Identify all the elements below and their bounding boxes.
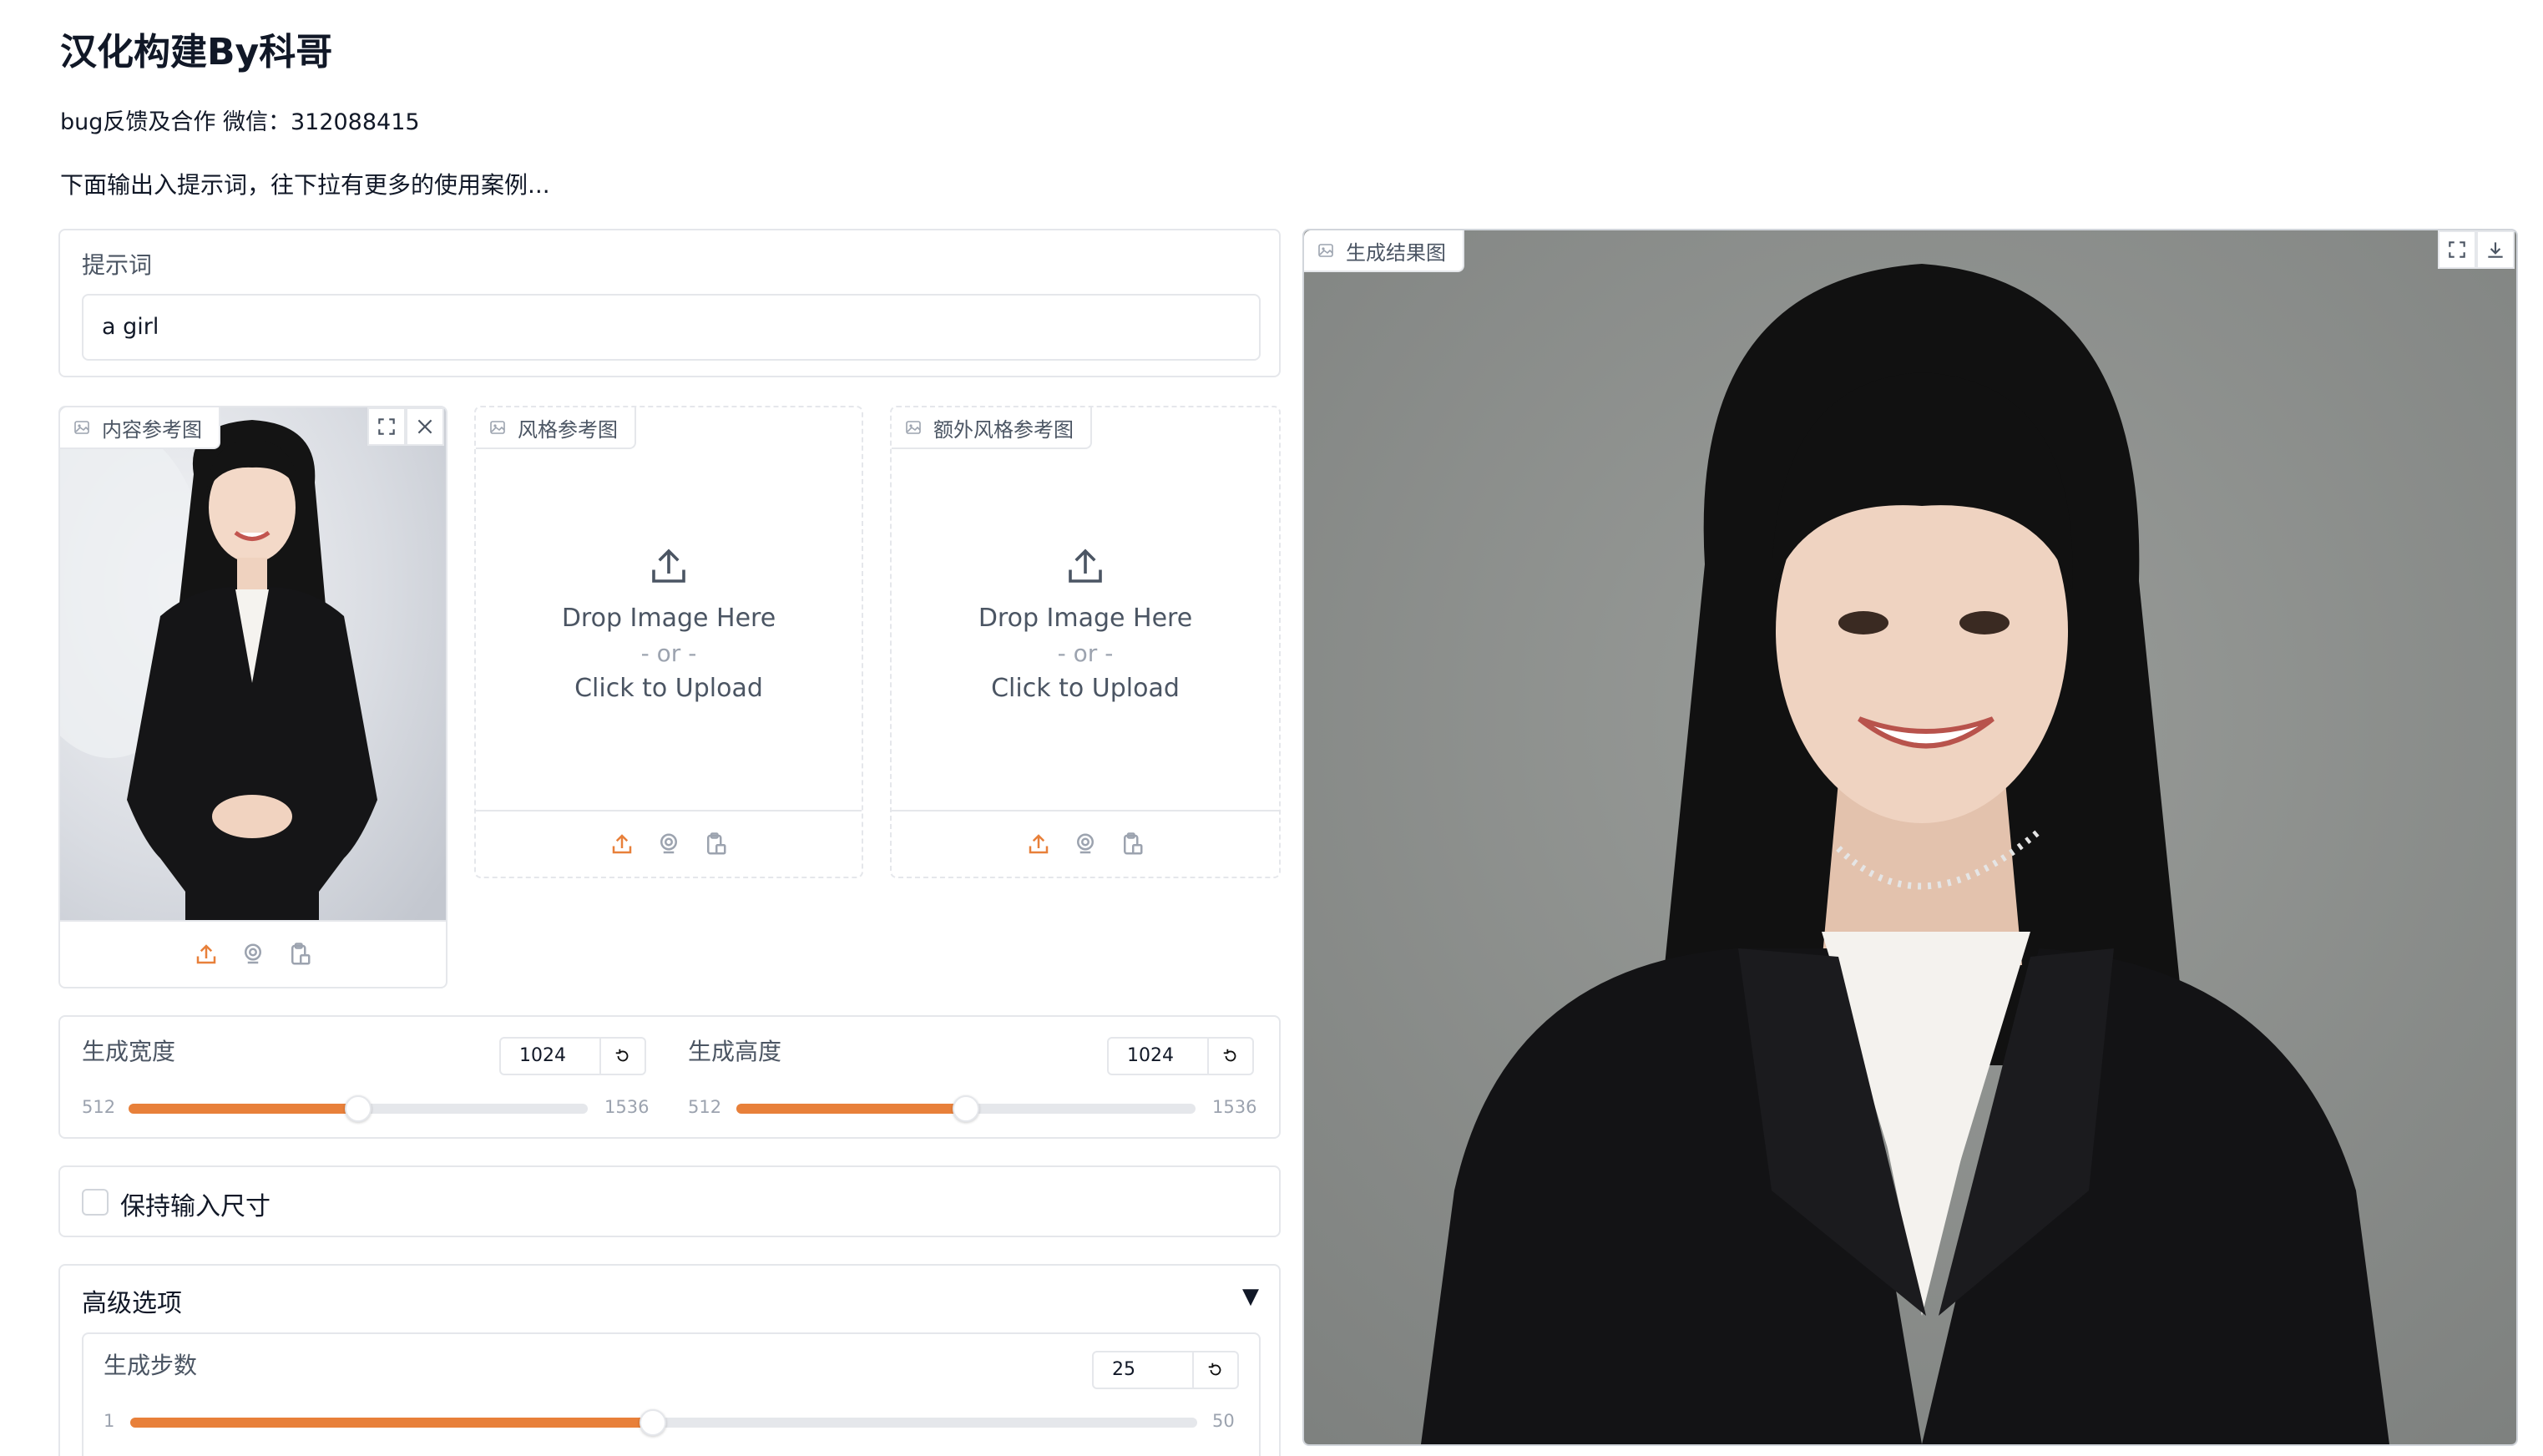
width-reset-button[interactable]: [601, 1039, 645, 1074]
upload-icon: [652, 548, 685, 583]
steps-reset-button[interactable]: [1194, 1352, 1237, 1388]
clipboard-icon[interactable]: [703, 832, 728, 857]
app-page: 汉化构建By科哥 bug反馈及合作 微信：312088415 下面输出入提示词，…: [0, 0, 2543, 1456]
keep-size-checkbox[interactable]: [82, 1189, 109, 1216]
clear-image-button[interactable]: [406, 407, 444, 446]
click-upload-text: Click to Upload: [991, 673, 1180, 703]
extra-style-ref-panel[interactable]: 额外风格参考图 Drop Image Here - or - Click to …: [890, 406, 1281, 878]
width-label: 生成宽度: [82, 1038, 176, 1065]
download-button[interactable]: [2476, 230, 2515, 269]
style-ref-panel[interactable]: 风格参考图 Drop Image Here - or - Click to Up…: [474, 406, 863, 878]
advanced-title[interactable]: 高级选项: [82, 1282, 182, 1319]
close-icon: [417, 419, 432, 434]
result-photo: [1304, 230, 2516, 1444]
result-label: 生成结果图: [1346, 240, 1446, 265]
width-input[interactable]: 1024: [501, 1039, 601, 1074]
keep-size-label[interactable]: 保持输入尺寸: [120, 1186, 270, 1222]
width-slider-thumb[interactable]: [345, 1095, 372, 1122]
instruction-text: 下面输出入提示词，往下拉有更多的使用案例...: [60, 171, 550, 199]
steps-panel: 生成步数 25 1 50: [82, 1332, 1261, 1456]
result-fullscreen-button[interactable]: [2438, 230, 2476, 269]
prompt-input[interactable]: a girl: [82, 294, 1261, 361]
style-ref-label-tag: 风格参考图: [476, 407, 636, 449]
image-icon: [490, 421, 505, 434]
image-icon: [74, 421, 89, 434]
width-slider[interactable]: [129, 1095, 588, 1122]
steps-max-label: 50: [1212, 1411, 1235, 1431]
reset-icon: [615, 1049, 629, 1062]
webcam-icon[interactable]: [1073, 832, 1098, 857]
steps-input[interactable]: 25: [1094, 1352, 1194, 1388]
upload-icon[interactable]: [609, 832, 634, 857]
steps-number-box: 25: [1092, 1351, 1239, 1389]
content-ref-label: 内容参考图: [102, 417, 202, 442]
webcam-icon[interactable]: [240, 942, 265, 967]
advanced-panel: 高级选项 ▼ 生成步数 25 1 50: [58, 1264, 1281, 1456]
style-ref-label: 风格参考图: [518, 417, 618, 442]
extra-style-ref-label-tag: 额外风格参考图: [892, 407, 1092, 449]
contact-text: bug反馈及合作 微信：312088415: [60, 109, 420, 135]
height-slider[interactable]: [736, 1095, 1196, 1122]
height-slider-fill: [736, 1104, 966, 1114]
content-ref-label-tag: 内容参考图: [60, 407, 220, 449]
content-ref-image: [60, 407, 446, 922]
height-min-label: 512: [688, 1097, 722, 1117]
image-icon: [1318, 244, 1333, 257]
content-ref-photo: [60, 407, 446, 922]
steps-label: 生成步数: [104, 1352, 198, 1379]
style-ref-source-bar: [476, 810, 862, 877]
fullscreen-icon: [378, 418, 395, 435]
width-min-label: 512: [82, 1097, 116, 1117]
collapse-arrow-icon[interactable]: ▼: [1242, 1284, 1259, 1309]
height-input[interactable]: 1024: [1109, 1039, 1209, 1074]
style-ref-dropzone[interactable]: Drop Image Here - or - Click to Upload: [476, 407, 862, 805]
content-ref-source-bar: [60, 920, 446, 987]
result-image: [1304, 230, 2516, 1444]
steps-slider[interactable]: [130, 1409, 1197, 1436]
webcam-icon[interactable]: [656, 832, 681, 857]
fullscreen-button[interactable]: [367, 407, 406, 446]
clipboard-icon[interactable]: [287, 942, 312, 967]
size-panel: 生成宽度 1024 512 1536 生成高度 1024 512 1536: [58, 1015, 1281, 1139]
extra-style-ref-source-bar: [892, 810, 1279, 877]
reset-icon: [1223, 1049, 1236, 1062]
result-panel: 生成结果图: [1302, 229, 2518, 1446]
download-icon: [2488, 242, 2503, 258]
height-reset-button[interactable]: [1209, 1039, 1252, 1074]
width-number-box: 1024: [499, 1037, 646, 1075]
height-number-box: 1024: [1107, 1037, 1254, 1075]
result-label-tag: 生成结果图: [1304, 230, 1464, 272]
reset-icon: [1208, 1362, 1221, 1376]
drop-text: Drop Image Here: [978, 603, 1193, 633]
prompt-panel: 提示词 a girl: [58, 229, 1281, 377]
click-upload-text: Click to Upload: [574, 673, 763, 703]
extra-style-ref-dropzone[interactable]: Drop Image Here - or - Click to Upload: [892, 407, 1279, 805]
width-slider-fill: [129, 1104, 358, 1114]
upload-icon[interactable]: [1026, 832, 1051, 857]
extra-style-ref-label: 额外风格参考图: [933, 417, 1074, 442]
height-max-label: 1536: [1212, 1097, 1257, 1117]
content-ref-panel[interactable]: 内容参考图: [58, 406, 447, 988]
steps-slider-thumb[interactable]: [640, 1409, 666, 1436]
upload-icon[interactable]: [194, 942, 219, 967]
image-icon: [906, 421, 921, 434]
height-label: 生成高度: [688, 1038, 782, 1065]
drop-text: Drop Image Here: [561, 603, 776, 633]
page-title: 汉化构建By科哥: [60, 31, 333, 73]
upload-icon: [1069, 548, 1102, 583]
width-max-label: 1536: [604, 1097, 650, 1117]
fullscreen-icon: [2449, 241, 2465, 258]
steps-slider-fill: [130, 1418, 653, 1428]
prompt-label: 提示词: [82, 251, 153, 279]
or-text: - or -: [640, 639, 697, 667]
height-slider-thumb[interactable]: [953, 1095, 979, 1122]
clipboard-icon[interactable]: [1120, 832, 1145, 857]
or-text: - or -: [1057, 639, 1114, 667]
steps-min-label: 1: [104, 1411, 115, 1431]
keep-size-panel: 保持输入尺寸: [58, 1165, 1281, 1237]
